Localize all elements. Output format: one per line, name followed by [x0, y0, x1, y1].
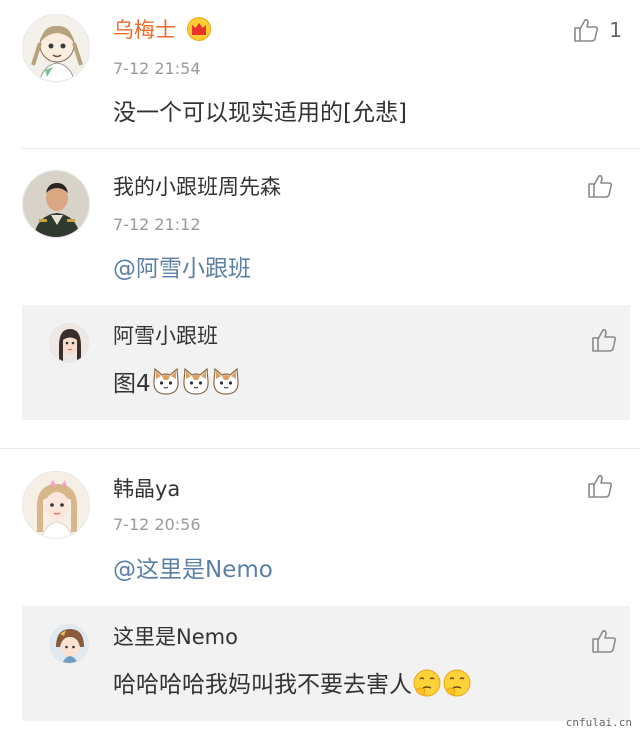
reply-username[interactable]: 阿雪小跟班: [113, 323, 218, 349]
reply-box: 阿雪小跟班 图4: [22, 305, 630, 420]
divider: [22, 148, 640, 149]
avatar[interactable]: [22, 170, 90, 238]
username[interactable]: 我的小跟班周先森: [113, 174, 281, 200]
like-button[interactable]: [590, 326, 617, 352]
timestamp: 7-12 21:54: [113, 59, 201, 78]
reply-box: 这里是Nemo 哈哈哈哈我妈叫我不要去害人: [22, 606, 630, 721]
avatar[interactable]: [49, 624, 89, 664]
thinking-emoji-icon: [442, 668, 472, 698]
crown-icon[interactable]: [186, 17, 212, 41]
thumbs-up-icon: [588, 475, 613, 498]
cat-emoji-icon: [181, 367, 211, 397]
reply-text-content: 图4: [113, 371, 151, 397]
username[interactable]: 乌梅士: [113, 17, 176, 43]
like-button[interactable]: [586, 472, 614, 500]
thumbs-up-icon: [574, 19, 599, 42]
thinking-emoji-icon: [412, 668, 442, 698]
cat-emoji-icon: [151, 367, 181, 397]
cat-emoji-icon: [211, 367, 241, 397]
watermark: cnfulai.cn: [565, 716, 632, 729]
reply-text: 图4: [113, 367, 241, 399]
reply-text: 哈哈哈哈我妈叫我不要去害人: [113, 668, 472, 700]
like-button[interactable]: [572, 16, 600, 44]
mention-link[interactable]: @阿雪小跟班: [113, 254, 251, 284]
reply-text-content: 哈哈哈哈我妈叫我不要去害人: [113, 672, 412, 698]
timestamp: 7-12 21:12: [113, 215, 201, 234]
thumbs-up-icon: [592, 329, 617, 352]
like-button[interactable]: [590, 627, 617, 653]
comment-item: 我的小跟班周先森 7-12 21:12 @阿雪小跟班 阿雪小跟班 图4: [0, 150, 640, 450]
mention-link[interactable]: @这里是Nemo: [113, 555, 273, 585]
username[interactable]: 韩晶ya: [113, 476, 180, 502]
timestamp: 7-12 20:56: [113, 515, 201, 534]
thumbs-up-icon: [588, 175, 613, 198]
avatar[interactable]: [22, 471, 90, 539]
thumbs-up-icon: [592, 630, 617, 653]
comment-text: 没一个可以现实适用的[允悲]: [113, 100, 407, 126]
comment-item: 韩晶ya 7-12 20:56 @这里是Nemo 这里是Nemo 哈哈哈哈我妈叫…: [0, 450, 640, 733]
like-button[interactable]: [586, 172, 614, 200]
avatar[interactable]: [49, 323, 89, 363]
comment-item: 乌梅士 7-12 21:54 没一个可以现实适用的[允悲] 1: [0, 0, 640, 150]
divider: [0, 448, 640, 449]
reply-username[interactable]: 这里是Nemo: [113, 624, 238, 650]
like-count: 1: [609, 18, 622, 42]
avatar[interactable]: [22, 14, 90, 82]
